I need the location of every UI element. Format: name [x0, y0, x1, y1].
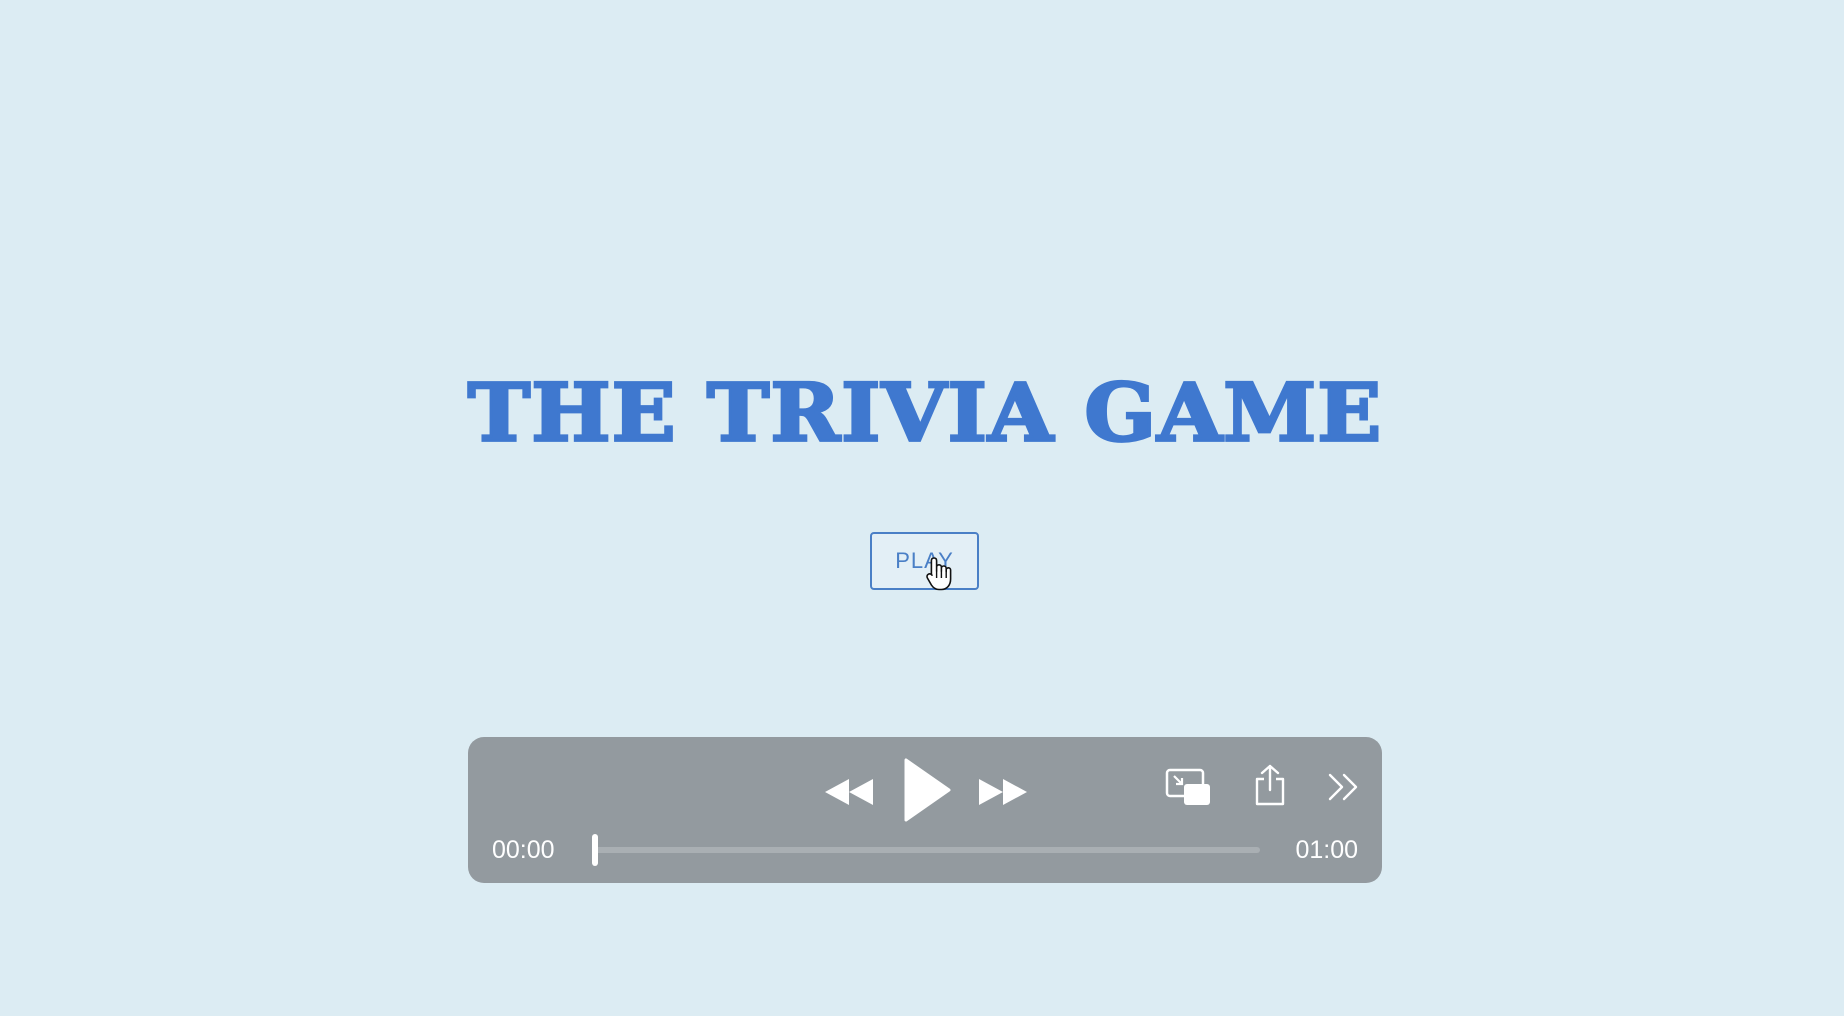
rewind-icon[interactable]: [822, 765, 876, 819]
play-icon[interactable]: [896, 755, 956, 825]
picture-in-picture-icon[interactable]: [1164, 763, 1214, 813]
more-icon[interactable]: [1324, 767, 1364, 807]
progress-handle[interactable]: [592, 834, 598, 866]
current-time: 00:00: [492, 836, 555, 864]
progress-track[interactable]: [592, 847, 1260, 853]
share-icon[interactable]: [1250, 759, 1290, 811]
fast-forward-icon[interactable]: [976, 765, 1030, 819]
media-player-controls: 00:00 01:00: [468, 737, 1382, 883]
total-time: 01:00: [1295, 836, 1358, 864]
hand-cursor-icon: [925, 556, 955, 592]
game-title: THE TRIVIA GAME: [466, 364, 1383, 461]
